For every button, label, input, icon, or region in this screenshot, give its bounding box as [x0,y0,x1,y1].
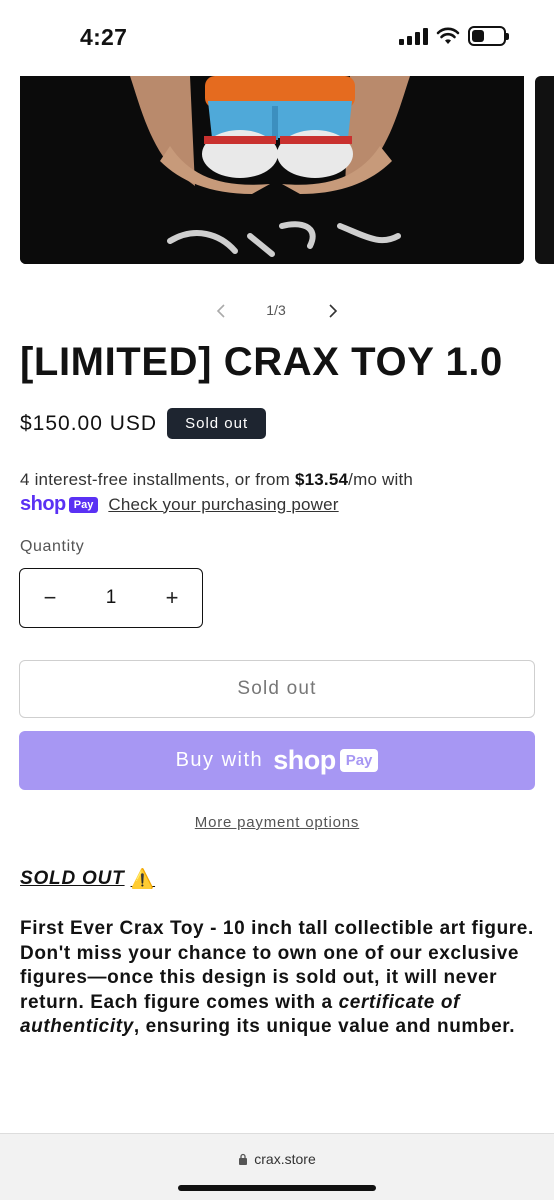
url-text: crax.store [254,1151,316,1167]
purchasing-power-link[interactable]: Check your purchasing power [108,495,338,515]
installments-suffix: /mo with [348,470,414,489]
next-slide-button[interactable] [320,298,346,324]
slide-counter: 1/3 [266,302,286,318]
lock-icon [239,1153,248,1165]
shop-pay-row: shop Pay Check your purchasing power [20,493,339,516]
quantity-stepper: − 1 + [19,568,203,628]
price-row: $150.00 USD Sold out [20,408,267,439]
url-display[interactable]: crax.store [0,1151,554,1167]
toy-photo [20,76,524,264]
product-image[interactable] [20,76,524,264]
description-text-2: , ensuring its unique value and number. [133,1016,516,1037]
browser-address-bar: crax.store [0,1133,554,1200]
slider-controls: 1/3 [0,296,554,326]
shop-pay-badge: Pay [68,496,99,513]
installments-prefix: 4 interest-free installments, or from [20,470,295,489]
warning-icon: ⚠️ [130,869,156,890]
sold-out-badge: Sold out [167,408,267,439]
buy-with-shop-pay-button[interactable]: Buy with shop Pay [19,731,535,790]
wifi-icon [436,27,460,44]
more-payment-options-link[interactable]: More payment options [195,814,359,831]
buy-with-label: Buy with [175,749,264,771]
product-price: $150.00 USD [20,411,158,435]
status-icons [399,26,509,46]
decrease-quantity-button[interactable]: − [20,569,80,627]
status-bar: 4:27 [0,0,554,76]
quantity-label: Quantity [20,538,85,555]
quantity-input[interactable]: 1 [80,587,142,609]
pay-badge: Pay [339,749,379,772]
chevron-left-icon [216,304,225,318]
installments-text: 4 interest-free installments, or from $1… [20,469,540,491]
battery-icon [468,26,509,46]
product-gallery[interactable] [0,76,554,266]
product-description: First Ever Crax Toy - 10 inch tall colle… [20,917,540,1040]
sold-out-button[interactable]: Sold out [19,660,535,718]
increase-quantity-button[interactable]: + [142,569,202,627]
cellular-signal-icon [399,27,428,45]
installment-amount: $13.54 [294,470,349,489]
previous-slide-button[interactable] [208,298,234,324]
home-indicator[interactable] [178,1185,376,1191]
sold-out-heading-text: SOLD OUT [20,868,125,889]
chevron-right-icon [329,304,338,318]
product-title: [LIMITED] CRAX TOY 1.0 [20,340,503,384]
shop-pay-logo: shop [20,493,66,515]
status-time: 4:27 [80,24,128,50]
more-payment-options: More payment options [0,814,554,831]
sold-out-heading: SOLD OUT ⚠️ [20,867,155,891]
shop-logo: shop [273,745,336,775]
next-image-preview[interactable] [535,76,554,264]
